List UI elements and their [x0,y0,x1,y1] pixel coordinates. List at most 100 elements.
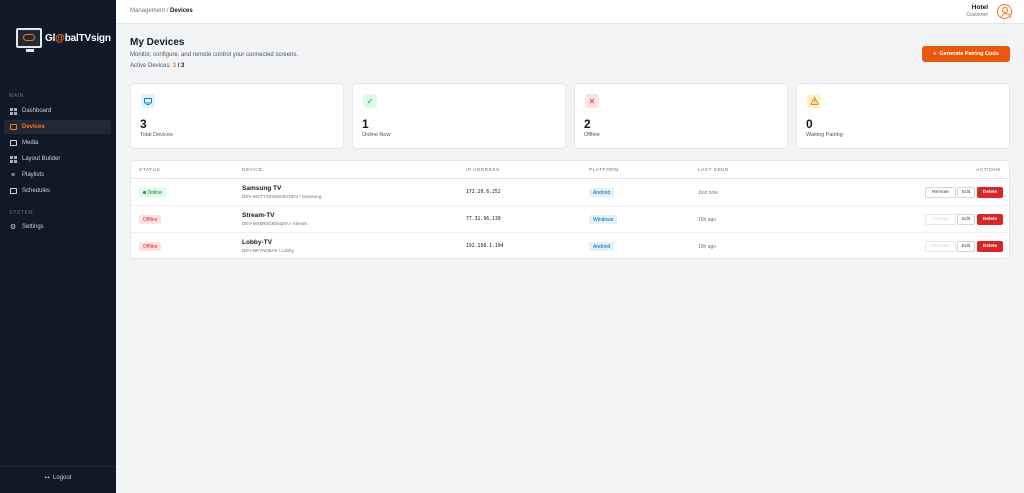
status-badge: Online [139,188,166,197]
active-devices-separator: / [177,63,180,69]
gear-icon: ⚙ [9,223,17,231]
edit-button[interactable]: Edit [957,214,975,225]
platform-badge: Android [589,242,615,251]
stat-card-online-now: ✓ 1 Online Now [352,83,566,149]
sidebar-item-schedules[interactable]: Schedules [4,184,111,198]
column-header-platform: PLATFORM [589,168,619,173]
sidebar-item-settings[interactable]: ⚙ Settings [4,220,111,234]
nav-section-system: SYSTEM [9,210,34,216]
device-name: Samsung TV [242,185,282,192]
last-seen: Just now [698,190,718,196]
remote-button[interactable]: Remote [925,187,956,198]
ip-address: 192.168.1.104 [466,244,504,249]
device-meta: DEV-WSTYXZW8GBVDDV / Samsung [242,194,322,199]
calendar-icon [9,188,17,195]
sidebar-item-dashboard[interactable]: Dashboard [4,104,111,118]
last-seen: 19h ago [698,244,717,250]
stat-card-total-devices: 3 Total Devices [130,83,344,149]
platform-badge: Android [589,188,615,197]
device-meta: DEV-NKYNH6AS / Lobby [242,248,294,253]
stat-value: 3 [140,117,147,131]
logo-text: Gl@balTVsign [45,32,111,44]
stat-card-waiting-pairing: 0 Waiting Pairing [796,83,1010,149]
status-text: Online [147,189,162,196]
monitor-icon [141,94,155,108]
sidebar-item-label: Layout Builder [22,156,61,162]
breadcrumb: Management / Devices [130,8,193,14]
warning-icon [807,94,821,108]
tv-cloud-logo-icon [16,28,42,52]
sidebar-item-label: Settings [22,224,44,230]
remote-button: Remote [925,241,956,252]
logout-button[interactable]: ↦ Logout [0,474,116,481]
device-name: Stream-TV [242,212,275,219]
active-devices-label: Active Devices: [130,63,172,69]
user-info[interactable]: Hotel Customer [966,4,988,18]
logout-icon: ↦ [44,475,50,481]
table-row[interactable]: Online Samsung TV DEV-WSTYXZW8GBVDDV / S… [131,179,1009,206]
generate-pairing-code-label: Generate Pairing Code [939,51,999,57]
stat-label: Waiting Pairing [806,132,843,138]
ip-address: 172.20.6.252 [466,190,501,195]
edit-button[interactable]: Edit [957,241,975,252]
nav-section-main: MAIN [9,93,24,99]
active-devices-summary: Active Devices: 3 / 3 [130,63,184,69]
image-icon [9,140,17,147]
sidebar-item-playlists[interactable]: ≡ Playlists [4,168,111,182]
active-devices-total: 3 [181,63,185,69]
column-header-status: STATUS [139,168,161,173]
stat-label: Online Now [362,132,391,138]
plus-icon: + [933,51,937,57]
stat-card-offline: ✕ 2 Offline [574,83,788,149]
page-title: My Devices [130,37,185,48]
sidebar-item-label: Playlists [22,172,45,178]
status-badge: Offline [139,242,162,251]
sidebar-item-layout-builder[interactable]: Layout Builder [4,152,111,166]
stat-value: 1 [362,117,369,131]
platform-badge: Windows [589,215,618,224]
breadcrumb-current: Devices [170,8,193,14]
status-text: Offline [143,243,158,250]
status-text: Offline [143,216,158,223]
sidebar-item-label: Devices [22,124,45,130]
column-header-last-seen: LAST SEEN [698,168,729,173]
page-subtitle: Monitor, configure, and remote control y… [130,52,299,58]
column-header-device: DEVICE [242,168,263,173]
check-icon: ✓ [363,94,377,108]
x-icon: ✕ [585,94,599,108]
monitor-icon [9,124,17,131]
last-seen: 16h ago [698,217,717,223]
stat-value: 2 [584,117,591,131]
stat-value: 0 [806,117,813,131]
generate-pairing-code-button[interactable]: + Generate Pairing Code [922,46,1010,62]
sidebar-item-devices[interactable]: Devices [4,120,111,134]
column-header-actions: ACTIONS [976,168,1001,173]
dashboard-icon [9,107,17,115]
delete-button[interactable]: Delete [977,187,1003,198]
list-icon: ≡ [10,171,16,179]
stat-label: Offline [584,132,600,138]
device-name: Lobby-TV [242,239,272,246]
breadcrumb-separator: / [166,8,169,14]
devices-table: STATUS DEVICE IP ADDRESS PLATFORM LAST S… [130,160,1010,259]
edit-button[interactable]: Edit [957,187,975,198]
delete-button[interactable]: Delete [977,214,1003,225]
table-row[interactable]: Offline Lobby-TV DEV-NKYNH6AS / Lobby 19… [131,233,1009,258]
sidebar-divider [0,466,116,467]
app-logo[interactable]: Gl@balTVsign [16,28,111,52]
sidebar-item-label: Schedules [22,188,51,194]
logout-label: Logout [53,475,72,481]
user-avatar-icon[interactable] [997,4,1012,19]
breadcrumb-root[interactable]: Management [130,8,165,14]
delete-button[interactable]: Delete [977,241,1003,252]
grid-icon [9,155,17,163]
active-devices-count: 3 [172,63,177,69]
online-dot-icon [143,191,146,194]
device-meta: DEV-MS6R0G8S6Q0A / Stream [242,221,308,226]
stat-label: Total Devices [140,132,173,138]
remote-button: Remote [925,214,956,225]
table-row[interactable]: Offline Stream-TV DEV-MS6R0G8S6Q0A / Str… [131,206,1009,233]
user-role: Customer [966,12,988,18]
user-name: Hotel [971,4,988,11]
sidebar-item-media[interactable]: Media [4,136,111,150]
